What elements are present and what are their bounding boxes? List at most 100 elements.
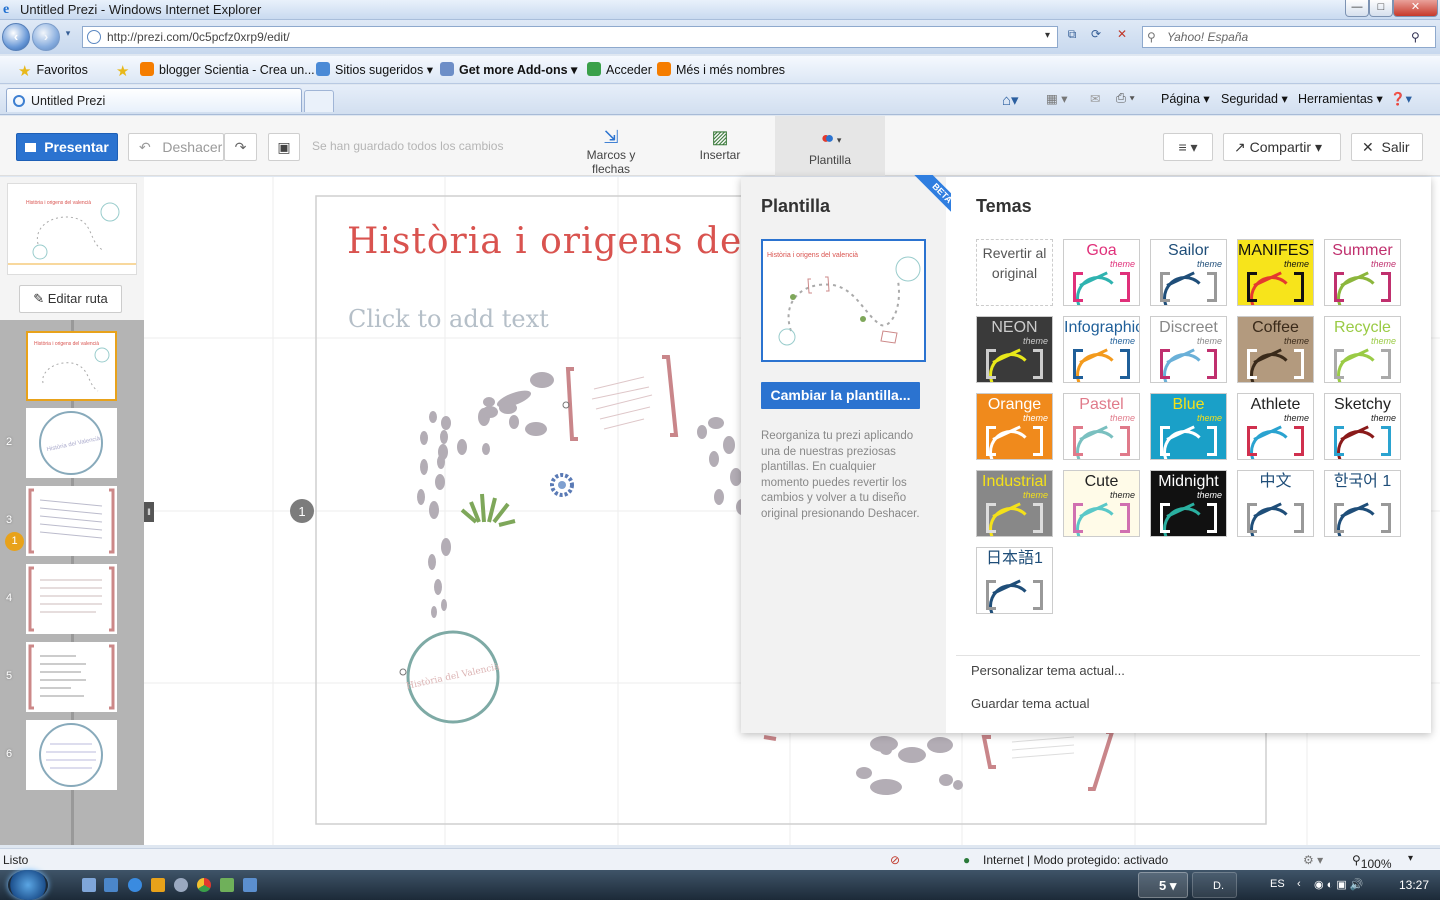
fav-mes-nombres[interactable]: Més i més nombres xyxy=(657,62,785,77)
menu-herramientas[interactable]: Herramientas ▾ xyxy=(1298,91,1383,106)
step-1-badge[interactable]: 1 xyxy=(5,532,24,551)
fav-suggested-sites[interactable]: Sitios sugeridos ▾ xyxy=(316,62,433,77)
ie-quicklaunch-icon[interactable] xyxy=(128,878,142,892)
theme-tile[interactable]: Sketchy theme xyxy=(1324,393,1401,460)
add-favorite-icon[interactable]: ★ xyxy=(116,62,134,80)
slide-title[interactable]: Història i origens de xyxy=(347,221,742,262)
theme-tile[interactable]: Goa theme xyxy=(1063,239,1140,306)
maximize-button[interactable]: □ xyxy=(1369,0,1393,17)
path-step-6[interactable] xyxy=(26,720,117,790)
search-box[interactable]: ⚲ Yahoo! España ⚲ xyxy=(1142,26,1436,48)
refresh-icon[interactable]: ⟳ xyxy=(1086,27,1106,47)
theme-tile[interactable]: Orange theme xyxy=(976,393,1053,460)
path-step-4[interactable] xyxy=(26,564,117,634)
share-button[interactable]: ↗ Compartir ▾ xyxy=(1223,133,1341,161)
current-template-thumbnail[interactable]: Història i origens del valencià xyxy=(761,239,926,362)
undo-button[interactable]: ↶ Deshacer xyxy=(128,133,224,161)
theme-tile[interactable]: Summer theme xyxy=(1324,239,1401,306)
privacy-icon[interactable]: ⊘ xyxy=(890,853,900,867)
explorer-icon[interactable] xyxy=(104,878,118,892)
path-point[interactable] xyxy=(399,668,407,676)
zoom-dropdown-icon[interactable]: ▾ xyxy=(1408,853,1413,864)
theme-tile[interactable]: 日本語1 xyxy=(976,547,1053,614)
path-step-5[interactable] xyxy=(26,642,117,712)
theme-tile[interactable]: Infographic theme xyxy=(1063,316,1140,383)
menu-button[interactable]: ≡ ▾ xyxy=(1163,133,1213,161)
path-step-1[interactable]: Història i origens del valencià xyxy=(26,331,117,401)
theme-tile[interactable]: NEON theme xyxy=(976,316,1053,383)
close-window-button[interactable]: ✕ xyxy=(1393,0,1438,17)
minimize-button[interactable]: — xyxy=(1345,0,1369,17)
network-app-icon[interactable] xyxy=(220,878,234,892)
history-dropdown-icon[interactable]: ▾ xyxy=(58,28,78,48)
theme-tile[interactable]: Pastel theme xyxy=(1063,393,1140,460)
protected-mode-icon[interactable]: ⚙ ▾ xyxy=(1303,853,1323,867)
redo-button[interactable]: ↷ xyxy=(224,133,257,161)
theme-tile[interactable]: 中文 xyxy=(1237,470,1314,537)
frames-arrows-tool[interactable]: ⇲ Marcos y flechas xyxy=(566,126,656,176)
exit-button[interactable]: ✕ Salir xyxy=(1351,133,1423,161)
forward-button[interactable]: › xyxy=(32,23,60,51)
ie-taskbar-group[interactable]: 5 ▾ xyxy=(1138,872,1188,898)
path-step-3[interactable] xyxy=(26,486,117,556)
tray-expand-icon[interactable]: ‹ xyxy=(1297,878,1301,890)
chrome-icon[interactable] xyxy=(197,878,211,892)
new-tab-button[interactable] xyxy=(304,90,334,112)
insert-tool[interactable]: ▨ Insertar xyxy=(695,126,745,162)
sidebar-resize-handle[interactable]: ‖ xyxy=(144,502,154,522)
media-icon[interactable] xyxy=(151,878,165,892)
mail-icon[interactable]: ✉ xyxy=(1090,91,1100,106)
start-button[interactable] xyxy=(8,870,48,900)
address-dropdown-icon[interactable]: ▾ xyxy=(1045,30,1050,41)
customize-theme-link[interactable]: Personalizar tema actual... xyxy=(971,663,1125,678)
help-icon[interactable]: ❓▾ xyxy=(1390,91,1412,107)
revert-original-button[interactable]: Revertir al original xyxy=(976,239,1053,306)
theme-tile[interactable]: Coffee theme xyxy=(1237,316,1314,383)
theme-tile[interactable]: 한국어 1 xyxy=(1324,470,1401,537)
theme-tile[interactable]: Cute theme xyxy=(1063,470,1140,537)
tab-untitled-prezi[interactable]: Untitled Prezi xyxy=(6,88,302,112)
fav-addons[interactable]: Get more Add-ons ▾ xyxy=(440,62,577,77)
zoom-level[interactable]: ⚲ 100% xyxy=(1352,853,1392,871)
theme-tile[interactable]: Recycle theme xyxy=(1324,316,1401,383)
slide-subtitle[interactable]: Click to add text xyxy=(348,305,549,333)
theme-tile[interactable]: Midnight theme xyxy=(1150,470,1227,537)
present-button[interactable]: Presentar xyxy=(16,133,118,161)
theme-tile[interactable]: Industrial theme xyxy=(976,470,1053,537)
tray-icons[interactable]: ◉ ◐ ▣ 🔊 xyxy=(1314,878,1364,891)
theme-bracket-graphic xyxy=(1381,503,1391,533)
show-desktop-icon[interactable] xyxy=(82,878,96,892)
template-tool[interactable]: ●● ▾ Plantilla xyxy=(775,116,885,176)
theme-tile[interactable]: Sailor theme xyxy=(1150,239,1227,306)
feeds-icon[interactable]: ▦ ▾ xyxy=(1046,91,1068,106)
save-theme-link[interactable]: Guardar tema actual xyxy=(971,696,1090,711)
theme-name: Pastel xyxy=(1079,396,1124,413)
fav-acceder[interactable]: Acceder xyxy=(587,62,652,77)
taskbar-app-d[interactable]: D. xyxy=(1192,872,1237,898)
window-app-icon[interactable] xyxy=(243,878,257,892)
theme-tile[interactable]: Discreet theme xyxy=(1150,316,1227,383)
fav-blogger[interactable]: blogger Scientia - Crea un... xyxy=(140,62,315,77)
menu-pagina[interactable]: Página ▾ xyxy=(1161,91,1210,106)
edit-path-button[interactable]: ✎ Editar ruta xyxy=(19,285,122,313)
menu-seguridad[interactable]: Seguridad ▾ xyxy=(1221,91,1288,106)
favorites-button[interactable]: ★ Favoritos xyxy=(18,62,88,80)
search-icon[interactable]: ⚲ xyxy=(1411,30,1420,44)
print-icon[interactable]: ⎙ ▾ xyxy=(1116,91,1135,106)
address-bar[interactable]: http://prezi.com/0c5pcfz0xrp9/edit/ ▾ xyxy=(82,26,1058,48)
theme-subtitle: theme xyxy=(1283,336,1309,346)
path-step-2[interactable]: Història del Valencià xyxy=(26,408,117,478)
home-icon[interactable]: ⌂▾ xyxy=(1002,91,1019,109)
back-button[interactable]: ‹ xyxy=(2,23,30,51)
compat-view-icon[interactable]: ⧉ xyxy=(1062,27,1082,47)
app-icon[interactable] xyxy=(174,878,188,892)
save-button[interactable]: ▣ xyxy=(268,133,300,161)
change-template-button[interactable]: Cambiar la plantilla... xyxy=(761,382,920,409)
theme-tile[interactable]: Athlete theme xyxy=(1237,393,1314,460)
language-indicator[interactable]: ES xyxy=(1270,878,1285,890)
stop-icon[interactable]: ✕ xyxy=(1112,27,1132,47)
theme-tile[interactable]: MANIFESTOtheme xyxy=(1237,239,1314,306)
clock[interactable]: 13:27 xyxy=(1399,878,1429,892)
overview-thumbnail[interactable]: Història i origens del valencià xyxy=(7,183,137,275)
theme-tile[interactable]: Blue theme xyxy=(1150,393,1227,460)
